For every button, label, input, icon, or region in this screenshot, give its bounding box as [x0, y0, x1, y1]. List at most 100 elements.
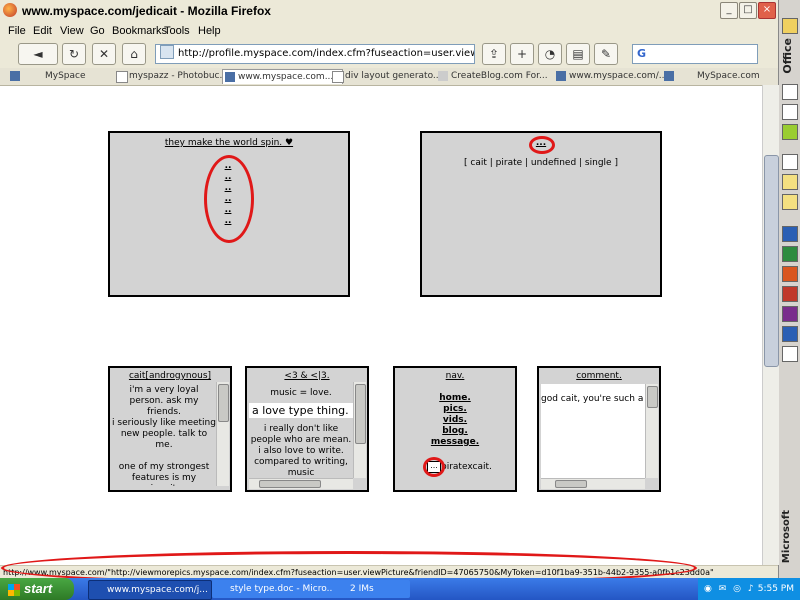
nav-link-message[interactable]: message. — [395, 437, 515, 448]
nav-link-blog[interactable]: blog. — [395, 426, 515, 437]
home-button[interactable]: ⌂ — [122, 43, 146, 65]
new-tab-icon[interactable]: + — [510, 43, 534, 65]
shortcut-1-icon[interactable] — [782, 84, 798, 100]
myspace-icon — [556, 71, 566, 81]
google-icon — [332, 71, 344, 83]
window-title-bar[interactable]: www.myspace.com/jedicait - Mozilla Firef… — [0, 0, 778, 23]
likes-horizontal-scrollbar[interactable] — [249, 478, 353, 489]
window-title: www.myspace.com/jedicait - Mozilla Firef… — [22, 4, 271, 18]
close-button[interactable]: × — [758, 2, 776, 19]
likes-text: music = love. a love type thing. i reall… — [249, 382, 353, 478]
menu-tools[interactable]: Tools — [164, 25, 190, 37]
page-scroll-thumb[interactable] — [764, 155, 779, 367]
myspace-icon — [664, 71, 674, 81]
reload-button[interactable]: ↻ — [62, 43, 86, 65]
word-icon[interactable] — [782, 226, 798, 242]
nav-link-home[interactable]: home. — [395, 393, 515, 404]
likes-scrollbar[interactable] — [353, 382, 366, 478]
nav-links: home. pics. vids. blog. message. — [395, 393, 515, 448]
timer-icon[interactable]: ◔ — [538, 43, 562, 65]
task-word[interactable]: style type.doc - Micro... — [212, 580, 342, 598]
windows-logo-icon — [8, 583, 20, 596]
page-icon — [160, 45, 174, 59]
profile-box-right: ... [ cait | pirate | undefined | single… — [420, 131, 662, 297]
access-icon[interactable] — [782, 286, 798, 302]
friend-name[interactable]: piratexcait. — [441, 462, 492, 472]
comment-scrollbar[interactable] — [645, 384, 658, 478]
start-button[interactable]: start — [0, 578, 74, 600]
url-bar[interactable]: http://profile.myspace.com/index.cfm?fus… — [155, 44, 475, 64]
shortcut-6-icon[interactable] — [782, 194, 798, 210]
minimize-button[interactable]: _ — [720, 2, 738, 19]
task-firefox[interactable]: www.myspace.com/j... — [88, 580, 212, 600]
shortcut-7-icon[interactable] — [782, 346, 798, 362]
menu-help[interactable]: Help — [198, 25, 221, 37]
red-annotation-circle — [204, 155, 254, 243]
nav-link-pics[interactable]: pics. — [395, 404, 515, 415]
about-header: cait[androgynous] — [128, 371, 212, 381]
tab-createblog[interactable]: CreateBlog.com For... — [436, 69, 565, 83]
comment-horizontal-scrollbar[interactable] — [541, 478, 645, 489]
print-icon[interactable]: ▤ — [566, 43, 590, 65]
likes-panel: <3 & <|3. music = love. a love type thin… — [245, 366, 369, 492]
task-ims[interactable]: 2 IMs — [332, 580, 410, 598]
tab-myspace-other[interactable]: www.myspace.com/... — [554, 69, 673, 83]
outlook-icon[interactable] — [782, 306, 798, 322]
shortcut-3-icon[interactable] — [782, 124, 798, 140]
menu-file[interactable]: File — [8, 25, 26, 37]
shortcut-2-icon[interactable] — [782, 104, 798, 120]
comment-header[interactable]: comment. — [539, 371, 659, 381]
tab-myspace-profile[interactable]: www.myspace.com... — [222, 69, 343, 84]
myspace-icon — [225, 72, 235, 82]
about-panel: cait[androgynous] i'm a very loyal perso… — [108, 366, 232, 492]
tray-icons[interactable]: ◉ ✉ ◎ ♪ — [698, 584, 756, 594]
clock: 5:55 PM — [757, 584, 794, 594]
about-text: i'm a very loyal person. ask my friends.… — [112, 382, 216, 486]
microsoft-label: Microsoft — [781, 510, 792, 564]
profile-info: [ cait | pirate | undefined | single ] — [464, 158, 618, 168]
back-button[interactable]: ◄ — [18, 43, 58, 65]
office-label: Office — [781, 38, 794, 74]
maximize-button[interactable]: □ — [739, 2, 757, 19]
profile-box-left-header[interactable]: they make the world spin. ♥ — [110, 138, 348, 148]
upload-icon[interactable]: ⇪ — [482, 43, 506, 65]
profile-box-left: they make the world spin. ♥ .. .. .. .. … — [108, 131, 350, 297]
tab-div-layout[interactable]: div layout generato... — [330, 69, 445, 83]
comment-panel: comment. god cait, you're such a pirat — [537, 366, 661, 492]
nav-link-vids[interactable]: vids. — [395, 415, 515, 426]
photobucket-icon — [116, 71, 128, 83]
folder-icon[interactable] — [782, 18, 798, 34]
nav-panel: nav. home. pics. vids. blog. message. ..… — [393, 366, 517, 492]
likes-header: <3 & <|3. — [284, 371, 330, 381]
system-tray: ◉ ✉ ◎ ♪ 5:55 PM — [698, 578, 800, 600]
taskbar: start www.myspace.com/j... style type.do… — [0, 578, 800, 600]
menu-view[interactable]: View — [60, 25, 84, 37]
page-scrollbar[interactable] — [762, 85, 779, 565]
menu-edit[interactable]: Edit — [33, 25, 52, 37]
about-scrollbar[interactable] — [216, 382, 229, 486]
likes-highlight: a love type thing. — [249, 403, 353, 418]
search-input[interactable]: G — [632, 44, 758, 64]
edit-icon[interactable]: ✎ — [594, 43, 618, 65]
url-text: http://profile.myspace.com/index.cfm?fus… — [178, 48, 474, 59]
menu-go[interactable]: Go — [90, 25, 105, 37]
stop-button[interactable]: ✕ — [92, 43, 116, 65]
tab-myspace[interactable]: MySpace — [8, 69, 123, 83]
menu-bar: File Edit View Go Bookmarks Tools Help — [0, 22, 778, 40]
tab-myspace-com[interactable]: MySpace.com — [662, 69, 777, 83]
menu-bookmarks[interactable]: Bookmarks — [112, 25, 167, 37]
shortcut-4-icon[interactable] — [782, 154, 798, 170]
publisher-icon[interactable] — [782, 326, 798, 342]
excel-icon[interactable] — [782, 246, 798, 262]
comment-textarea[interactable]: god cait, you're such a pirat — [541, 384, 645, 478]
google-search-icon: G — [637, 47, 647, 60]
navigation-toolbar: ◄ ↻ ✕ ⌂ http://profile.myspace.com/index… — [0, 40, 778, 69]
myspace-icon — [10, 71, 20, 81]
powerpoint-icon[interactable] — [782, 266, 798, 282]
firefox-icon — [3, 3, 17, 17]
tab-photobucket[interactable]: myspazz - Photobuc... — [114, 69, 233, 83]
shortcut-5-icon[interactable] — [782, 174, 798, 190]
createblog-icon — [438, 71, 448, 81]
tab-bar: MySpace myspazz - Photobuc... www.myspac… — [0, 68, 778, 86]
nav-header: nav. — [445, 371, 465, 381]
